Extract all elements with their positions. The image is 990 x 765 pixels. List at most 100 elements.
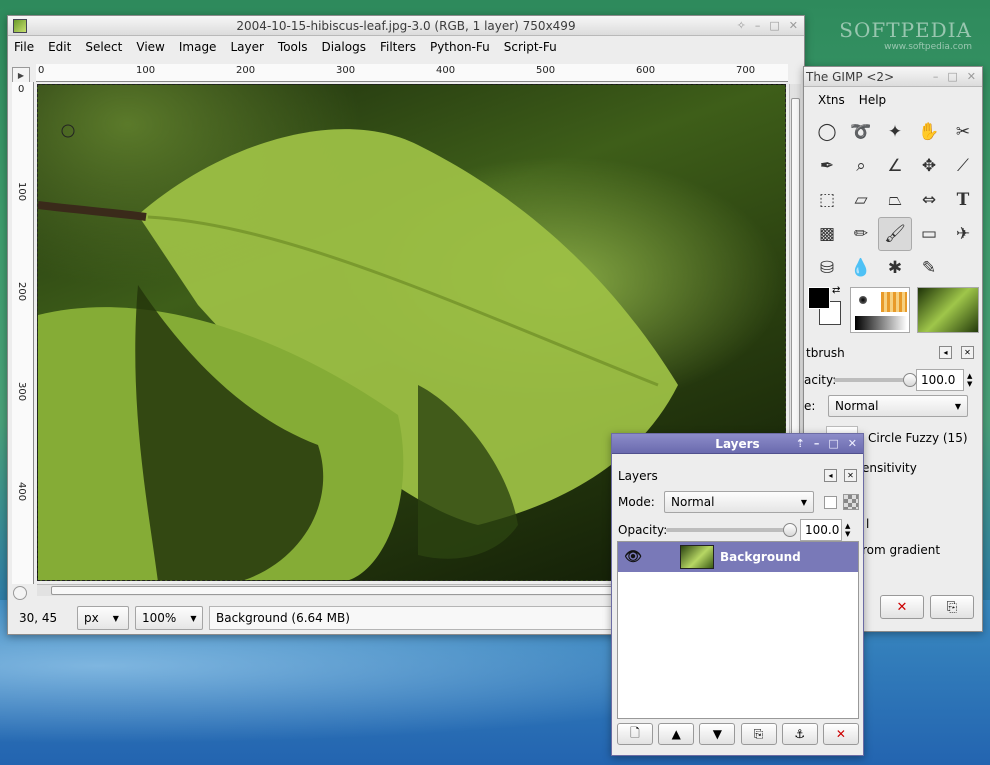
- vertical-ruler[interactable]: 0 100 200 300 400: [12, 82, 34, 584]
- measure-icon[interactable]: ∠: [878, 149, 912, 183]
- heal-icon[interactable]: ✱: [878, 251, 912, 285]
- menu-file[interactable]: File: [14, 40, 34, 54]
- new-layer-button[interactable]: 🗋: [617, 723, 653, 745]
- scissors-icon[interactable]: ✂: [946, 115, 980, 149]
- close-icon[interactable]: ✕: [848, 437, 857, 450]
- layer-mode-select[interactable]: Normal ▼: [664, 491, 814, 513]
- lower-layer-button[interactable]: ▼: [699, 723, 736, 745]
- layers-dialog: Layers ⇡ – □ ✕ Layers ◂ ✕ Mode: Normal ▼…: [611, 433, 864, 756]
- smudge-icon[interactable]: 💧: [844, 251, 878, 285]
- perspective-icon[interactable]: ▱: [844, 183, 878, 217]
- airbrush-icon[interactable]: ✈: [946, 217, 980, 251]
- tab-menu-icon[interactable]: ◂: [824, 469, 837, 482]
- maximize-icon[interactable]: □: [769, 19, 779, 32]
- spin-arrows-icon[interactable]: ▲ ▼: [845, 522, 850, 538]
- menu-edit[interactable]: Edit: [48, 40, 71, 54]
- color-select-icon[interactable]: ✋: [912, 115, 946, 149]
- active-image-preview[interactable]: [917, 287, 979, 333]
- brush-preview[interactable]: [859, 296, 867, 304]
- tab-menu-icon[interactable]: ◂: [939, 346, 952, 359]
- pencil-icon[interactable]: ✏: [844, 217, 878, 251]
- fade-label[interactable]: l: [866, 517, 869, 531]
- lock-alpha-checkbox[interactable]: [824, 495, 837, 509]
- quick-mask-toggle[interactable]: ▶: [12, 67, 30, 83]
- close-icon[interactable]: ✕: [789, 19, 798, 32]
- flip-icon[interactable]: ⏢: [878, 183, 912, 217]
- restore-options-button[interactable]: ⎘: [930, 595, 974, 619]
- ink-icon[interactable]: ✎: [912, 251, 946, 285]
- ruler-tick: 100: [16, 182, 27, 202]
- menu-help[interactable]: Help: [859, 93, 886, 107]
- blend-icon[interactable]: ▩: [810, 217, 844, 251]
- pin-icon[interactable]: ✧: [737, 19, 746, 32]
- layer-row[interactable]: 👁 Background: [618, 542, 858, 572]
- minimize-icon[interactable]: –: [933, 70, 939, 83]
- menu-tools[interactable]: Tools: [278, 40, 308, 54]
- free-select-icon[interactable]: ➰: [844, 115, 878, 149]
- menu-select[interactable]: Select: [85, 40, 122, 54]
- menu-python-fu[interactable]: Python-Fu: [430, 40, 490, 54]
- foreground-color[interactable]: [808, 287, 830, 309]
- paintbrush-icon[interactable]: 🖌: [878, 217, 912, 251]
- horizontal-ruler[interactable]: 0 100 200 300 400 500 600 700: [36, 64, 788, 82]
- spin-arrows-icon[interactable]: ▲ ▼: [967, 372, 972, 388]
- slider-knob[interactable]: [903, 373, 917, 387]
- brush-name: Circle Fuzzy (15): [868, 431, 968, 445]
- eraser-icon[interactable]: ▭: [912, 217, 946, 251]
- raise-layer-button[interactable]: ▲: [658, 723, 695, 745]
- maximize-icon[interactable]: □: [947, 70, 957, 83]
- status-message: Background (6.64 MB): [209, 606, 619, 630]
- menu-dialogs[interactable]: Dialogs: [321, 40, 365, 54]
- align-icon[interactable]: ⇔: [912, 183, 946, 217]
- clone-icon[interactable]: ⛁: [810, 251, 844, 285]
- lock-alpha-icon: [843, 494, 859, 510]
- opacity-spin[interactable]: 100.0: [916, 369, 964, 391]
- slider-knob[interactable]: [783, 523, 797, 537]
- reset-options-button[interactable]: ✕: [880, 595, 924, 619]
- duplicate-layer-button[interactable]: ⎘: [740, 723, 777, 745]
- brush-pattern-gradient-preview[interactable]: [850, 287, 910, 333]
- close-tab-icon[interactable]: ✕: [844, 469, 857, 482]
- layers-body: Layers ◂ ✕ Mode: Normal ▼ Opacity: 100.0…: [612, 456, 863, 544]
- fg-bg-colors[interactable]: ⇄: [808, 285, 846, 331]
- pin-icon[interactable]: ⇡: [796, 437, 805, 450]
- anchor-layer-button[interactable]: ⚓: [781, 723, 818, 745]
- layer-opacity-slider[interactable]: [666, 523, 797, 537]
- layer-opacity-spin[interactable]: 100.0: [800, 519, 842, 541]
- ruler-tick: 700: [736, 65, 756, 76]
- menu-image[interactable]: Image: [179, 40, 217, 54]
- menu-filters[interactable]: Filters: [380, 40, 416, 54]
- fuzzy-select-icon[interactable]: ✦: [878, 115, 912, 149]
- minimize-icon[interactable]: –: [814, 437, 820, 450]
- close-icon[interactable]: ✕: [967, 70, 976, 83]
- mode-select[interactable]: Normal ▼: [828, 395, 968, 417]
- eye-icon[interactable]: 👁: [618, 549, 648, 565]
- layers-titlebar[interactable]: Layers ⇡ – □ ✕: [612, 434, 863, 454]
- menu-layer[interactable]: Layer: [230, 40, 263, 54]
- transform-icon[interactable]: ⬚: [810, 183, 844, 217]
- pattern-preview[interactable]: [881, 292, 907, 312]
- zoom-select[interactable]: 100% ▼: [135, 606, 203, 630]
- gradient-preview[interactable]: [855, 316, 907, 330]
- maximize-icon[interactable]: □: [828, 437, 838, 450]
- zoom-icon[interactable]: ⌕: [844, 149, 878, 183]
- crop-icon[interactable]: ⟋: [946, 149, 980, 183]
- move-icon[interactable]: ✥: [912, 149, 946, 183]
- gradient-label[interactable]: rom gradient: [862, 543, 940, 557]
- opacity-slider[interactable]: [834, 373, 917, 387]
- image-window-titlebar[interactable]: 2004-10-15-hibiscus-leaf.jpg-3.0 (RGB, 1…: [8, 16, 804, 36]
- menu-script-fu[interactable]: Script-Fu: [504, 40, 557, 54]
- text-tool-icon[interactable]: T: [946, 183, 980, 217]
- delete-layer-button[interactable]: ✕: [822, 723, 859, 745]
- sensitivity-label[interactable]: ensitivity: [862, 461, 917, 475]
- menu-view[interactable]: View: [136, 40, 164, 54]
- unit-select[interactable]: px ▼: [77, 606, 129, 630]
- swap-colors-icon[interactable]: ⇄: [832, 285, 840, 296]
- toolbox-titlebar[interactable]: The GIMP <2> – □ ✕: [804, 67, 982, 87]
- ellipse-select-icon[interactable]: ◯: [810, 115, 844, 149]
- close-tab-icon[interactable]: ✕: [961, 346, 974, 359]
- color-picker-icon[interactable]: ✒: [810, 149, 844, 183]
- menu-xtns[interactable]: Xtns: [818, 93, 845, 107]
- minimize-icon[interactable]: –: [755, 19, 761, 32]
- navigation-button[interactable]: [13, 586, 27, 600]
